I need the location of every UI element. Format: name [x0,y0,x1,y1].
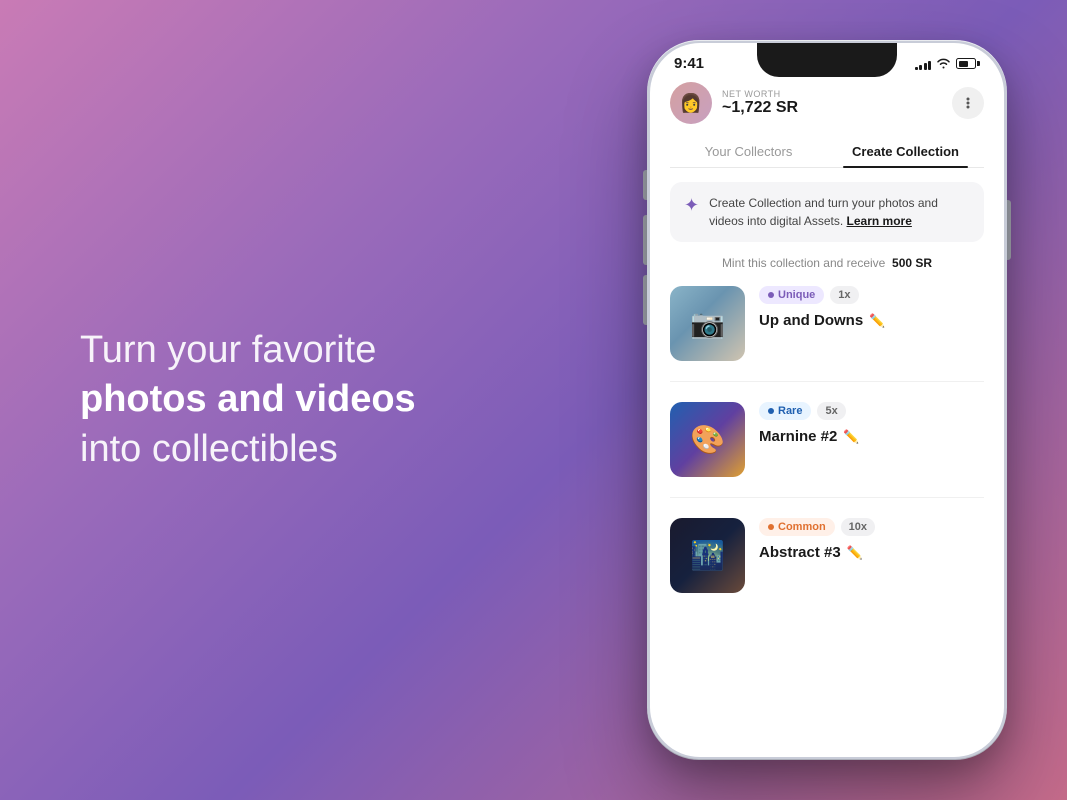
item-details-3: Common 10x Abstract #3 ✏️ [759,518,984,561]
badge-dot [768,408,774,414]
item-details-2: Rare 5x Marnine #2 ✏️ [759,402,984,445]
item-name-3: Abstract #3 ✏️ [759,544,984,561]
collection-item-3[interactable]: 🌃 Common 10x Abstract #3 ✏️ [670,518,984,613]
status-time: 9:41 [674,55,704,72]
mint-label: Mint this collection and receive 500 SR [670,256,984,270]
item-badges-3: Common 10x [759,518,984,536]
battery-icon [956,58,980,69]
item-details-1: Unique 1x Up and Downs ✏️ [759,286,984,329]
tab-create-collection[interactable]: Create Collection [827,136,984,167]
item-badges-1: Unique 1x [759,286,984,304]
tab-your-collectors[interactable]: Your Collectors [670,136,827,167]
headline: Turn your favorite photos and videos int… [80,326,460,474]
net-worth-label: NET WORTH [722,89,798,99]
tabs: Your Collectors Create Collection [670,136,984,168]
badge-common: Common [759,518,835,536]
left-section: Turn your favorite photos and videos int… [80,326,460,474]
phone-notch [757,43,897,77]
wifi-icon [936,58,951,69]
profile-left: 👩 NET WORTH ~1,722 SR [670,82,798,124]
item-thumbnail-3: 🌃 [670,518,745,593]
headline-line1: Turn your favorite [80,329,376,371]
edit-icon-3[interactable]: ✏️ [847,545,863,561]
avatar[interactable]: 👩 [670,82,712,124]
item-badges-2: Rare 5x [759,402,984,420]
phone-screen: 9:41 [650,43,1004,757]
info-text: Create Collection and turn your photos a… [709,194,970,230]
badge-unique: Unique [759,286,824,304]
badge-count-3: 10x [841,518,875,536]
headline-line3: into collectibles [80,428,338,470]
item-name-1: Up and Downs ✏️ [759,312,984,329]
power-button [1007,200,1011,260]
plus-icon: ✦ [684,195,699,216]
phone-mockup: 9:41 [647,40,1007,760]
phone-frame: 9:41 [647,40,1007,760]
profile-info: NET WORTH ~1,722 SR [722,89,798,117]
info-banner: ✦ Create Collection and turn your photos… [670,182,984,242]
item-thumbnail-1: 📷 [670,286,745,361]
badge-dot [768,524,774,530]
collection-item-2[interactable]: 🎨 Rare 5x Marnine #2 ✏️ [670,402,984,498]
signal-icon [915,58,932,70]
badge-count-1: 1x [830,286,858,304]
collection-item-1[interactable]: 📷 Unique 1x Up and Downs ✏️ [670,286,984,382]
item-name-2: Marnine #2 ✏️ [759,428,984,445]
status-icons [915,58,981,70]
more-icon [960,95,976,111]
headline-bold: photos and videos [80,378,416,420]
badge-count-2: 5x [817,402,845,420]
app-content: 👩 NET WORTH ~1,722 SR [650,72,1004,613]
net-worth-value: ~1,722 SR [722,99,798,117]
profile-menu-button[interactable] [952,87,984,119]
profile-header: 👩 NET WORTH ~1,722 SR [670,72,984,136]
badge-rare: Rare [759,402,811,420]
badge-dot [768,292,774,298]
edit-icon-2[interactable]: ✏️ [843,429,859,445]
item-thumbnail-2: 🎨 [670,402,745,477]
learn-more-link[interactable]: Learn more [847,214,912,228]
edit-icon[interactable]: ✏️ [869,313,885,329]
